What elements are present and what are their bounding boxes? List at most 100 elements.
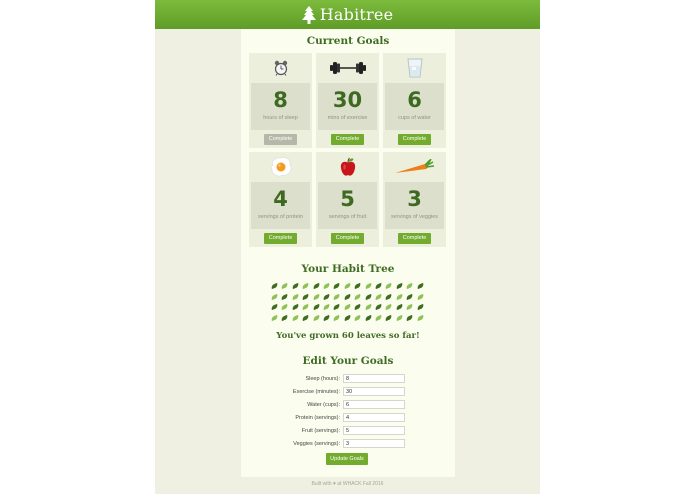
leaf-icon [322,282,331,290]
complete-button-fruit[interactable]: Complete [331,233,364,244]
leaf-icon [353,293,362,300]
leaf-icon [416,282,425,290]
leaf-icon [280,303,289,311]
carrot-icon [394,159,434,173]
leaf-icon [291,282,300,290]
exercise-label: Exercise (minutes): [292,389,340,395]
leaf-icon [405,314,414,321]
leaf-icon [301,314,310,321]
complete-button-veggies[interactable]: Complete [398,233,431,244]
goal-value: 30 [332,88,363,112]
footer-text: Built with ♥ at WHACK Fall 2016 [311,481,384,487]
leaf-icon [353,314,362,321]
leaf-icon [416,293,425,300]
form-row-fruit: Fruit (servings): [241,426,455,436]
leaf-icon [374,293,383,300]
protein-label: Protein (servings): [295,415,340,421]
form-row-veggies: Veggies (servings): [241,439,455,449]
leaf-icon [270,314,279,321]
leaf-icon [405,303,414,311]
fruit-input[interactable] [343,426,405,435]
goal-label: mins of exercise [327,115,368,121]
leaf-icon [343,303,352,311]
leaf-icon [364,282,373,290]
goal-value: 3 [407,187,422,211]
update-goals-button[interactable]: Update Goals [326,453,368,465]
goal-value: 8 [273,88,288,112]
leaf-icon [343,293,352,300]
complete-button-exercise[interactable]: Complete [331,134,364,145]
form-row-water: Water (cups): [241,400,455,410]
leaf-icon [332,314,341,321]
leaf-icon [353,303,362,311]
goal-value: 6 [407,88,422,112]
leaf-icon [395,314,404,321]
leaf-icon [384,293,393,300]
leaf-icon [343,314,352,321]
goal-card-veggies: 3 servings of veggies Complete [383,152,446,247]
goal-label: servings of protein [258,214,303,220]
leaf-icon [405,282,414,290]
leaf-icon [322,293,331,300]
veggies-input[interactable] [343,439,405,448]
complete-button-sleep[interactable]: Complete [264,134,297,145]
goal-card-water: 6 cups of water Complete [383,53,446,148]
leaf-icon [280,282,289,290]
goal-card-sleep: 8 hours of sleep Complete [249,53,312,148]
leaf-icon [291,293,300,300]
leaf-icon [384,282,393,290]
leaf-icon [291,303,300,311]
complete-button-protein[interactable]: Complete [264,233,297,244]
exercise-input[interactable] [343,387,405,396]
leaf-icon [343,282,352,290]
habit-tree-title: Your Habit Tree [301,263,395,275]
leaf-icon [280,314,289,321]
veggies-label: Veggies (servings): [293,441,340,447]
leaf-icon [364,303,373,311]
fried-egg-icon [270,157,291,177]
complete-button-water[interactable]: Complete [398,134,431,145]
leaf-icon [301,293,310,300]
leaf-icon [301,303,310,311]
water-label: Water (cups): [307,402,340,408]
form-row-exercise: Exercise (minutes): [241,387,455,397]
app-title: Habitree [319,5,394,24]
goal-label: hours of sleep [263,115,298,121]
leaf-icon [312,314,321,321]
leaf-icon [312,282,321,290]
leaf-icon [395,282,404,290]
form-row-sleep: Sleep (hours): [241,374,455,384]
leaf-icon [405,293,414,300]
goal-value: 5 [340,187,355,211]
fruit-label: Fruit (servings): [301,428,340,434]
leaf-icon [395,293,404,300]
goal-value: 4 [273,187,288,211]
goal-label: cups of water [398,115,431,121]
leaf-icon [416,314,425,321]
leaf-icon [322,303,331,311]
sleep-input[interactable] [343,374,405,383]
leaf-icon [374,314,383,321]
leaf-icon [364,293,373,300]
leaf-icon [364,314,373,321]
leaves-grown-text: You've grown 60 leaves so far! [276,331,420,341]
leaf-icon [374,282,383,290]
dumbbell-icon [329,62,366,74]
goal-card-protein: 4 servings of protein Complete [249,152,312,247]
alarm-clock-icon [274,60,287,76]
water-input[interactable] [343,400,405,409]
leaf-icon [416,303,425,311]
goals-grid: 8 hours of sleep Complete 30 mins of exe… [249,53,446,248]
apple-icon [340,157,355,176]
leaf-icon [332,293,341,300]
habit-tree-leaves [270,282,425,323]
edit-goals-title: Edit Your Goals [302,355,394,367]
goal-card-fruit: 5 servings of fruit Complete [316,152,379,247]
leaf-icon [384,314,393,321]
leaf-icon [270,303,279,311]
leaf-icon [322,314,331,321]
sleep-label: Sleep (hours): [305,376,340,382]
current-goals-title: Current Goals [306,35,390,47]
leaf-icon [384,303,393,311]
protein-input[interactable] [343,413,405,422]
